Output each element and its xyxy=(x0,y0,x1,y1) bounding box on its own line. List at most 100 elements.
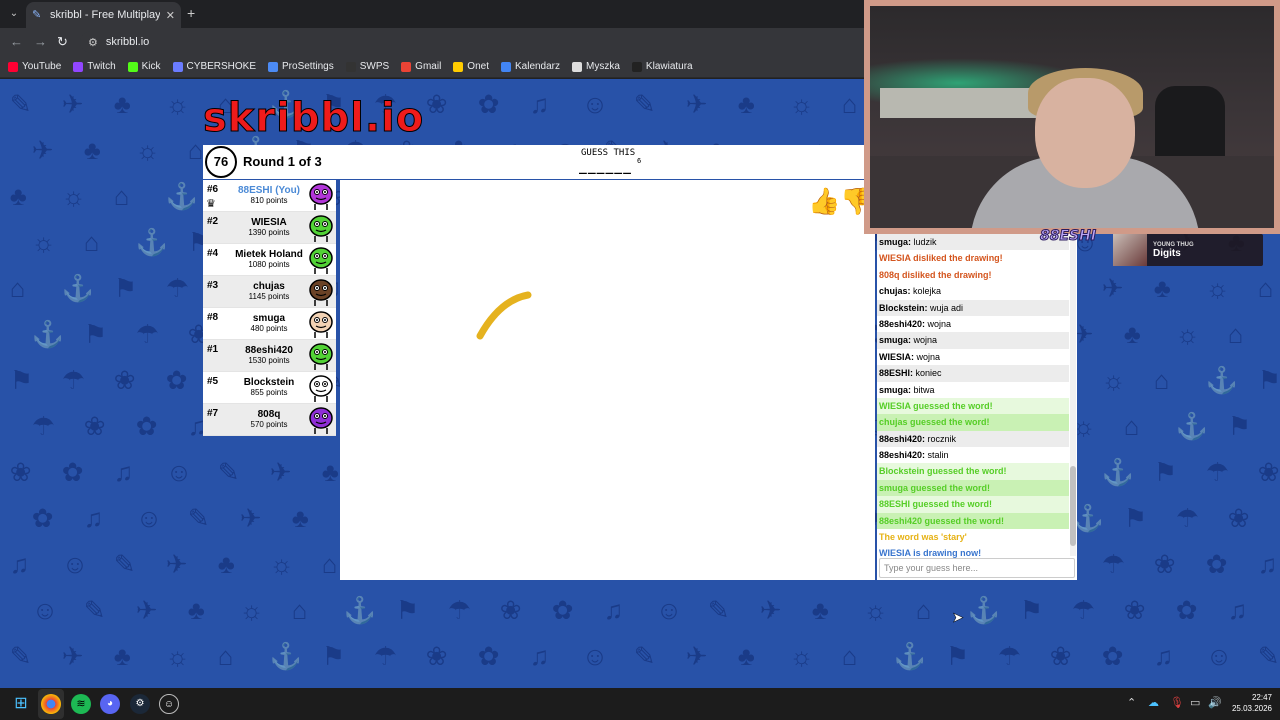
background-doodle-icon: ⚓ xyxy=(61,273,95,303)
bookmark-item[interactable]: Kick xyxy=(127,61,161,72)
browser-tab[interactable]: ✎ skribbl - Free Multiplayer Draw ✕ xyxy=(26,2,181,28)
chat-text: WIESIA disliked the drawing! xyxy=(879,253,1003,264)
app-icon[interactable]: ☺ xyxy=(159,694,179,714)
forward-icon[interactable]: → xyxy=(34,34,47,50)
bookmark-label: Klawiatura xyxy=(645,61,693,72)
player-rank: #1 xyxy=(207,344,219,355)
chat-username: smuga: xyxy=(879,384,912,395)
background-doodle-icon: ⌂ xyxy=(113,181,130,211)
bookmark-item[interactable]: CYBERSHOKE xyxy=(172,61,256,72)
bookmark-favicon-icon xyxy=(268,61,279,72)
background-doodle-icon: ♫ xyxy=(603,595,624,625)
background-doodle-icon: ✈ xyxy=(239,503,262,533)
bookmark-item[interactable]: Kalendarz xyxy=(500,61,560,72)
address-bar[interactable]: ⚙ skribbl.io xyxy=(80,31,880,53)
tab-close-icon[interactable]: ✕ xyxy=(166,9,175,22)
background-doodle-icon: ✈ xyxy=(269,457,292,487)
background-doodle-icon: ⚑ xyxy=(83,319,108,349)
player-row[interactable]: #7 808q 570 points xyxy=(203,404,336,436)
player-avatar xyxy=(307,374,335,402)
player-row[interactable]: #3 chujas 1145 points xyxy=(203,276,336,308)
reload-icon[interactable]: ↻ xyxy=(57,34,68,50)
bookmark-item[interactable]: Twitch xyxy=(73,61,116,72)
background-doodle-icon: ⌂ xyxy=(1227,319,1244,349)
network-icon[interactable]: ▭ xyxy=(1190,696,1200,710)
background-doodle-icon: ✈ xyxy=(61,89,84,119)
bookmark-item[interactable]: YouTube xyxy=(8,61,61,72)
thumbs-up-icon[interactable]: 👍 xyxy=(808,187,840,215)
chat-scrollbar[interactable] xyxy=(1070,234,1076,556)
steam-icon[interactable]: ⚙ xyxy=(130,694,150,714)
microphone-icon[interactable]: 🎙 xyxy=(1170,696,1184,710)
player-points: 855 points xyxy=(250,388,288,397)
background-doodle-icon: ⚓ xyxy=(135,227,169,257)
bookmark-item[interactable]: Gmail xyxy=(401,61,441,72)
background-doodle-icon: ✈ xyxy=(31,135,54,165)
drawing-canvas[interactable] xyxy=(340,180,875,580)
chat-text: bitwa xyxy=(911,384,935,395)
bookmark-label: Twitch xyxy=(87,61,116,72)
background-doodle-icon: ☼ xyxy=(31,227,56,257)
background-doodle-icon: ❀ xyxy=(113,365,136,395)
skribbl-favicon-icon: ✎ xyxy=(32,9,42,21)
chat-message: WIESIA guessed the word! xyxy=(877,397,1069,415)
tab-search-icon[interactable]: ⌄ xyxy=(6,6,22,22)
chat-message: chujas: kolejka xyxy=(877,283,1069,299)
player-row[interactable]: #8 smuga 480 points xyxy=(203,308,336,340)
background-doodle-icon: ☼ xyxy=(165,641,190,671)
player-row[interactable]: #4 Mietek Holand 1080 points xyxy=(203,244,336,276)
background-doodle-icon: ✿ xyxy=(1205,549,1228,579)
player-row[interactable]: #1 88eshi420 1530 points xyxy=(203,340,336,372)
background-doodle-icon: ☂ xyxy=(1175,503,1200,533)
player-row[interactable]: #5 Blockstein 855 points xyxy=(203,372,336,404)
player-name: 808q xyxy=(257,409,281,420)
chat-scroll-thumb[interactable] xyxy=(1070,466,1076,546)
background-doodle-icon: ⌂ xyxy=(1123,411,1140,441)
background-doodle-icon: ❀ xyxy=(1257,457,1280,487)
background-doodle-icon: ⚓ xyxy=(269,641,303,671)
bookmark-item[interactable]: Onet xyxy=(453,61,489,72)
volume-icon[interactable]: 🔊 xyxy=(1208,696,1222,710)
bookmark-item[interactable]: ProSettings xyxy=(268,61,334,72)
background-doodle-icon: ☺ xyxy=(165,457,193,487)
bookmark-item[interactable]: Myszka xyxy=(572,61,620,72)
round-indicator: Round 1 of 3 xyxy=(243,154,322,169)
now-playing-widget: YOUNG THUG Digits xyxy=(1113,234,1263,266)
player-row[interactable]: #2 WIESIA 1390 points xyxy=(203,212,336,244)
chat-text: kolejka xyxy=(910,286,942,297)
background-doodle-icon: ☺ xyxy=(655,595,683,625)
player-row[interactable]: #6 ♛ 88ESHI (You) 810 points xyxy=(203,180,336,212)
show-hidden-icons-icon[interactable]: ⌃ xyxy=(1127,696,1136,710)
background-doodle-icon: ☂ xyxy=(61,365,86,395)
chat-message: 88eshi420 guessed the word! xyxy=(877,512,1069,530)
player-rank: #4 xyxy=(207,248,219,259)
guess-input[interactable] xyxy=(879,558,1075,578)
background-doodle-icon: ⚑ xyxy=(395,595,420,625)
bookmark-item[interactable]: SWPS xyxy=(345,61,389,72)
player-rank: #8 xyxy=(207,312,219,323)
windows-start-icon[interactable]: ⊞ xyxy=(11,694,31,714)
spotify-icon[interactable]: ≋ xyxy=(71,694,91,714)
back-icon[interactable]: ← xyxy=(10,34,23,50)
system-clock[interactable]: 22:47 25.03.2026 xyxy=(1222,692,1272,714)
background-doodle-icon: ❀ xyxy=(9,457,32,487)
cloud-icon[interactable]: ☁ xyxy=(1148,696,1159,710)
background-doodle-icon: ☼ xyxy=(239,595,264,625)
site-info-icon[interactable]: ⚙ xyxy=(88,36,98,49)
new-tab-icon[interactable]: + xyxy=(187,6,195,20)
background-doodle-icon: ✎ xyxy=(9,641,32,671)
chrome-icon[interactable] xyxy=(41,694,61,714)
player-name: 88ESHI (You) xyxy=(237,185,301,196)
windows-taskbar: ⊞ ≋ ◕ ⚙ ☺ ⌃ ☁ 🎙 ▭ 🔊 22:47 25.03.2026 xyxy=(0,688,1280,720)
background-doodle-icon: ☼ xyxy=(1175,319,1200,349)
chat-text: wuja adi xyxy=(927,302,964,313)
background-doodle-icon: ♫ xyxy=(113,457,134,487)
background-doodle-icon: ⚓ xyxy=(967,595,1001,625)
background-doodle-icon: ♣ xyxy=(113,89,131,119)
player-points: 1145 points xyxy=(248,292,290,301)
background-doodle-icon: ✎ xyxy=(217,457,240,487)
bookmark-label: Gmail xyxy=(415,61,442,72)
discord-icon[interactable]: ◕ xyxy=(100,694,120,714)
background-doodle-icon: ❀ xyxy=(1227,503,1250,533)
bookmark-item[interactable]: Klawiatura xyxy=(631,61,693,72)
